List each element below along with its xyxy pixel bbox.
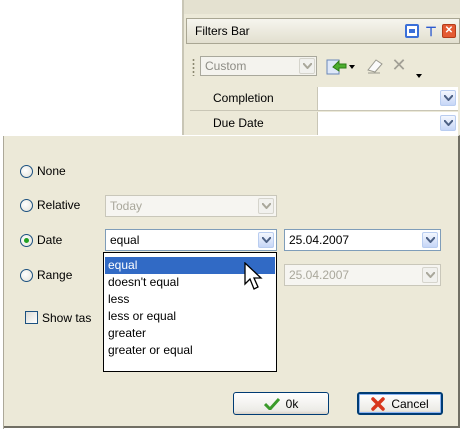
- dropdown-option[interactable]: less: [105, 291, 275, 308]
- apply-filter-button[interactable]: [324, 56, 356, 76]
- filter-row-label: Due Date: [190, 112, 318, 135]
- radio-date[interactable]: Date: [20, 231, 62, 249]
- filter-grid: Completion Due Date: [184, 87, 460, 140]
- radio-none[interactable]: None: [20, 162, 66, 180]
- panel-title: Filters Bar: [195, 24, 250, 38]
- filters-toolbar: Custom ✕: [186, 46, 460, 86]
- relative-select-value: Today: [110, 199, 143, 213]
- filter-row-value[interactable]: [319, 87, 458, 110]
- panel-top-grip: [184, 0, 460, 14]
- filter-row-due-date[interactable]: Due Date: [190, 112, 458, 136]
- radio-selected-dot: [24, 237, 29, 243]
- panel-title-bar: Filters Bar ⊤ ✕: [186, 18, 460, 44]
- chevron-down-icon[interactable]: [299, 58, 315, 74]
- filters-bar-panel: Filters Bar ⊤ ✕ Custom ✕ Completion Due …: [182, 0, 460, 140]
- dropdown-option[interactable]: less or equal: [105, 308, 275, 325]
- ok-button-label: 0k: [285, 396, 299, 411]
- filter-row-label: Completion: [190, 87, 318, 110]
- toolbar-grip[interactable]: [192, 58, 195, 76]
- cancel-button[interactable]: Cancel: [357, 392, 443, 415]
- dropdown-option[interactable]: greater or equal: [105, 342, 275, 359]
- date-condition-select[interactable]: equal: [105, 229, 277, 251]
- date-value-picker[interactable]: 25.04.2007: [284, 229, 441, 251]
- relative-select[interactable]: Today: [105, 195, 277, 217]
- pin-icon[interactable]: ⊤: [424, 24, 438, 38]
- radio-date-label: Date: [37, 233, 63, 247]
- filter-row-completion[interactable]: Completion: [190, 87, 458, 111]
- clear-filter-icon[interactable]: ✕: [391, 56, 407, 74]
- filter-row-value[interactable]: [319, 112, 458, 135]
- ok-button[interactable]: 0k: [233, 392, 329, 415]
- chevron-down-icon[interactable]: [258, 198, 274, 214]
- radio-range-label: Range: [37, 268, 73, 282]
- cancel-x-icon: [371, 396, 386, 411]
- date-value: 25.04.2007: [289, 233, 350, 247]
- checkmark-icon: [263, 397, 280, 410]
- show-tasks-checkbox[interactable]: [25, 311, 38, 324]
- range-value-picker[interactable]: 25.04.2007: [284, 264, 441, 286]
- radio-relative-label: Relative: [37, 198, 81, 212]
- radio-relative[interactable]: Relative: [20, 196, 80, 214]
- document-arrow-icon: [326, 59, 355, 75]
- radio-button[interactable]: [20, 164, 33, 178]
- radio-button[interactable]: [20, 198, 33, 212]
- chevron-down-icon[interactable]: [440, 115, 456, 131]
- dropdown-option[interactable]: greater: [105, 325, 275, 342]
- chevron-down-icon[interactable]: [422, 232, 438, 248]
- radio-button[interactable]: [20, 233, 33, 247]
- restore-window-icon[interactable]: [405, 24, 419, 38]
- range-value: 25.04.2007: [289, 268, 350, 282]
- radio-none-label: None: [37, 164, 66, 178]
- close-icon[interactable]: ✕: [442, 24, 456, 38]
- show-tasks-label: Show tas: [42, 311, 92, 325]
- dialog-left-edge: [0, 136, 4, 429]
- cancel-button-label: Cancel: [391, 396, 429, 411]
- radio-range[interactable]: Range: [20, 266, 72, 284]
- filter-view-select[interactable]: Custom: [200, 56, 317, 76]
- mouse-cursor-icon: [244, 261, 266, 292]
- radio-button[interactable]: [20, 268, 33, 282]
- chevron-down-icon[interactable]: [440, 90, 456, 106]
- chevron-down-icon[interactable]: [422, 267, 438, 283]
- eraser-icon[interactable]: [366, 58, 384, 74]
- filter-view-select-value: Custom: [205, 59, 247, 73]
- chevron-down-icon[interactable]: [258, 232, 274, 248]
- date-condition-value: equal: [110, 233, 140, 247]
- toolbar-overflow-icon[interactable]: [416, 68, 422, 78]
